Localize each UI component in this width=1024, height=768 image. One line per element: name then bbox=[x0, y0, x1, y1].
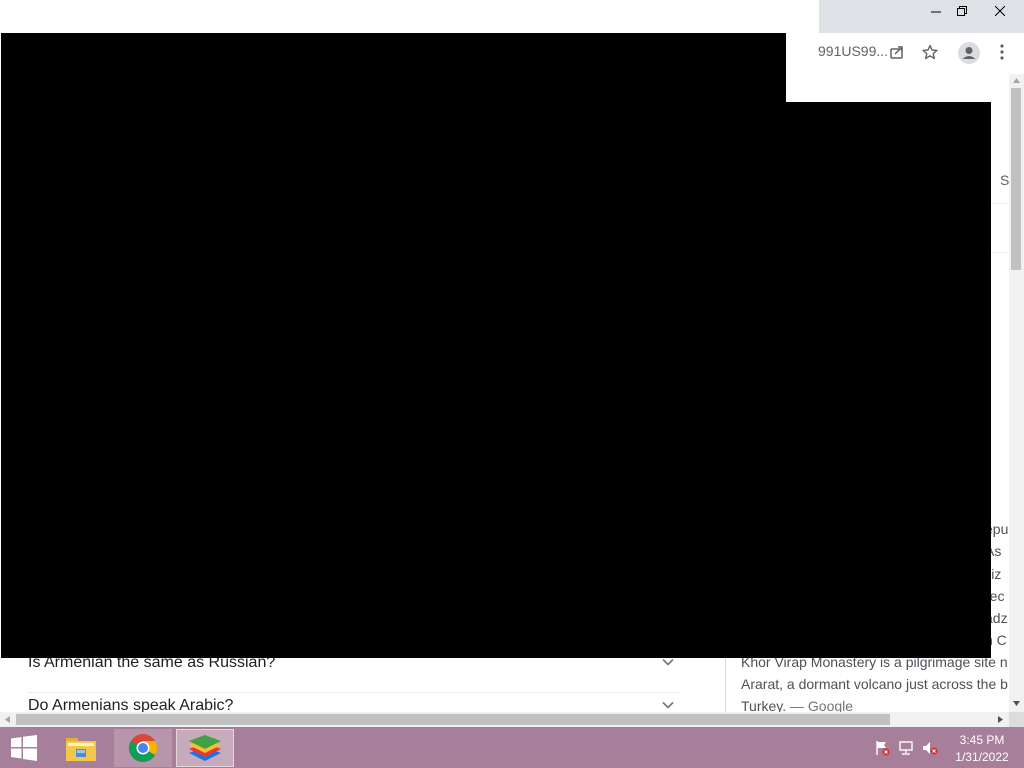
scroll-right-arrow-icon[interactable] bbox=[994, 712, 1006, 727]
volume-muted-icon[interactable] bbox=[921, 739, 939, 757]
minimize-icon bbox=[931, 11, 941, 13]
restore-button[interactable] bbox=[951, 0, 973, 22]
clock-time: 3:45 PM bbox=[959, 733, 1005, 747]
scrollbar-corner bbox=[1009, 712, 1024, 727]
search-tab-fragment[interactable]: S bbox=[1000, 172, 1009, 188]
redaction-block bbox=[786, 102, 991, 658]
system-clock[interactable]: 3:45 PM 1/31/2022 bbox=[946, 732, 1018, 766]
share-icon[interactable] bbox=[887, 42, 907, 62]
knowledge-panel-description: Khor Virap Monastery is a pilgrimage sit… bbox=[741, 651, 1009, 717]
divider bbox=[991, 203, 1009, 204]
close-button[interactable] bbox=[976, 0, 1024, 22]
scroll-up-arrow-icon[interactable] bbox=[1009, 74, 1024, 86]
network-icon[interactable] bbox=[897, 739, 915, 757]
bookmark-star-icon[interactable] bbox=[920, 42, 940, 62]
windows-logo-icon bbox=[11, 735, 37, 761]
close-icon bbox=[995, 6, 1005, 16]
clock-date: 1/31/2022 bbox=[955, 750, 1009, 764]
taskbar-file-explorer[interactable] bbox=[57, 729, 105, 767]
minimize-button[interactable] bbox=[925, 0, 947, 22]
chrome-icon bbox=[129, 734, 157, 762]
restore-icon bbox=[956, 5, 967, 16]
action-center-flag-icon[interactable] bbox=[873, 739, 891, 757]
taskbar-bluestacks[interactable] bbox=[176, 729, 234, 767]
folder-icon bbox=[66, 738, 96, 761]
description-line: Ararat, a dormant volcano just across th… bbox=[741, 676, 1008, 692]
horizontal-scrollbar-thumb[interactable] bbox=[16, 714, 890, 725]
browser-menu-icon[interactable] bbox=[992, 42, 1012, 62]
profile-avatar-icon[interactable] bbox=[958, 42, 980, 64]
start-button[interactable] bbox=[0, 729, 48, 767]
vertical-scrollbar-thumb[interactable] bbox=[1011, 88, 1021, 270]
divider bbox=[991, 252, 1009, 253]
bluestacks-icon bbox=[189, 735, 221, 761]
chevron-down-icon bbox=[662, 701, 674, 709]
taskbar-google-chrome[interactable] bbox=[114, 729, 172, 767]
scroll-left-arrow-icon[interactable] bbox=[2, 712, 14, 727]
scroll-down-arrow-icon[interactable] bbox=[1009, 696, 1024, 708]
redaction-block bbox=[1, 33, 786, 658]
address-bar[interactable]: 991US99... bbox=[818, 43, 888, 59]
